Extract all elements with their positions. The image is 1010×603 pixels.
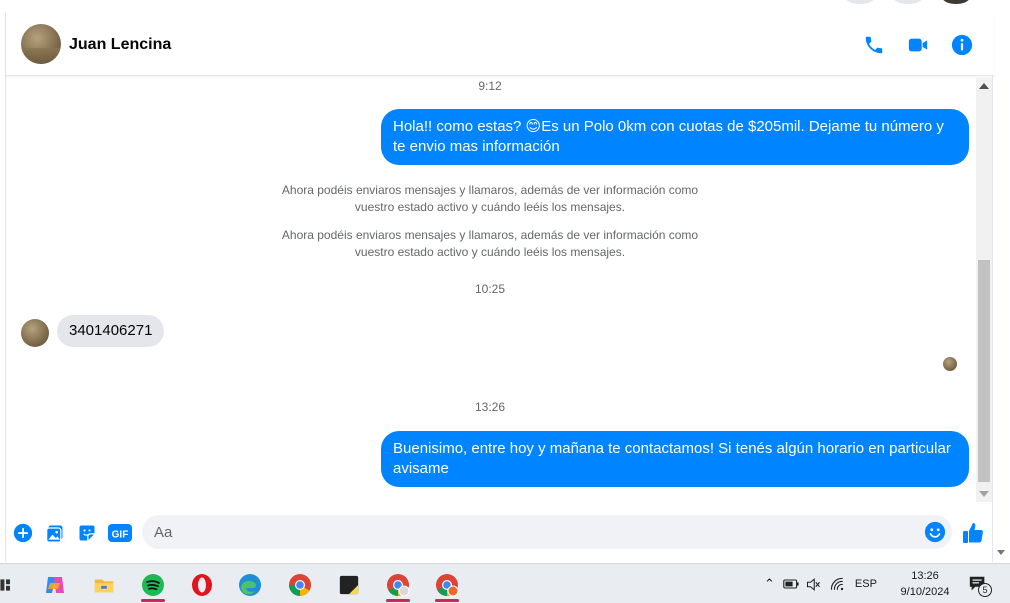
- contact-avatar-small[interactable]: [21, 319, 49, 347]
- file-explorer-button[interactable]: [84, 568, 124, 602]
- top-button-remnant[interactable]: [845, 0, 875, 4]
- running-indicator: [386, 599, 410, 602]
- scroll-down-arrow[interactable]: [979, 491, 989, 497]
- task-view-button[interactable]: [0, 568, 26, 602]
- like-thumb-icon[interactable]: [961, 521, 985, 545]
- contact-avatar[interactable]: [21, 24, 61, 64]
- clock-date: 9/10/2024: [900, 586, 950, 598]
- gif-icon[interactable]: GIF: [108, 523, 132, 543]
- system-notice-line: Ahora podéis enviaros mensajes y llamaro…: [281, 183, 699, 197]
- incoming-message[interactable]: 3401406271: [57, 315, 165, 347]
- edge-button[interactable]: [230, 568, 270, 602]
- chrome-button[interactable]: [280, 568, 320, 602]
- chrome-profile-icon: [436, 574, 459, 597]
- message-scrollbar[interactable]: [976, 78, 992, 502]
- timestamp: 10:25: [474, 282, 506, 296]
- gif-label: GIF: [112, 530, 129, 541]
- running-indicator: [435, 599, 459, 602]
- wifi-icon[interactable]: [830, 577, 845, 592]
- video-camera-icon[interactable]: [907, 34, 929, 56]
- chat-window: Juan Lencina 9:12 Hola!! como estas? 😊Es…: [5, 12, 994, 562]
- task-view-icon: [0, 579, 10, 591]
- contact-name[interactable]: Juan Lencina: [69, 36, 171, 54]
- running-indicator: [141, 599, 165, 602]
- timestamp: 13:26: [474, 400, 506, 414]
- timestamp: 9:12: [478, 79, 502, 93]
- photo-icon[interactable]: [45, 523, 65, 543]
- scroll-thumb[interactable]: [978, 260, 990, 482]
- chrome-profile-2-button[interactable]: [427, 568, 467, 602]
- info-icon[interactable]: [951, 34, 973, 56]
- emoji-icon[interactable]: [924, 521, 946, 543]
- speaker-muted-icon[interactable]: [806, 577, 821, 592]
- notification-center-button[interactable]: 5: [968, 574, 992, 597]
- copilot-icon: [46, 577, 64, 593]
- folder-icon: [94, 579, 114, 593]
- battery-icon[interactable]: [783, 578, 799, 590]
- page-scroll-down-arrow[interactable]: [997, 550, 1005, 555]
- read-receipt-avatar: [943, 357, 957, 371]
- screen: Juan Lencina 9:12 Hola!! como estas? 😊Es…: [0, 0, 1010, 603]
- spotify-icon: [142, 574, 164, 596]
- outgoing-message[interactable]: Hola!! como estas? 😊Es un Polo 0km con c…: [381, 109, 969, 165]
- system-tray: ⌃ ESP: [764, 564, 877, 603]
- chrome-icon: [289, 574, 311, 596]
- top-avatar-remnant[interactable]: [942, 0, 970, 4]
- system-notice: Ahora podéis enviaros mensajes y llamaro…: [6, 227, 974, 261]
- top-button-remnant[interactable]: [893, 0, 923, 4]
- opera-icon: [192, 574, 212, 596]
- message-input[interactable]: [154, 515, 894, 549]
- chevron-up-icon[interactable]: ⌃: [764, 576, 775, 592]
- system-notice: Ahora podéis enviaros mensajes y llamaro…: [6, 182, 974, 216]
- sticker-icon[interactable]: [77, 523, 97, 543]
- windows-taskbar: ⌃ ESP 13:26 9/10/2024 5: [0, 563, 1010, 603]
- copilot-button[interactable]: [35, 568, 75, 602]
- system-notice-line: Ahora podéis enviaros mensajes y llamaro…: [281, 228, 699, 242]
- system-notice-line: vuestro estado activo y cuándo leéis los…: [354, 245, 626, 259]
- clock[interactable]: 13:26 9/10/2024: [890, 568, 960, 600]
- chat-header: Juan Lencina: [6, 12, 994, 76]
- sticky-notes-button[interactable]: [329, 568, 369, 602]
- plus-circle-icon[interactable]: [13, 523, 33, 543]
- phone-icon[interactable]: [863, 34, 885, 56]
- scroll-up-arrow[interactable]: [979, 83, 989, 89]
- chrome-profile-1-button[interactable]: [378, 568, 418, 602]
- spotify-button[interactable]: [133, 568, 173, 602]
- message-input-box[interactable]: [142, 515, 952, 549]
- browser-top-strip: [0, 0, 1010, 12]
- clock-time: 13:26: [911, 570, 939, 582]
- sticky-notes-icon: [339, 575, 359, 595]
- message-list[interactable]: 9:12 Hola!! como estas? 😊Es un Polo 0km …: [6, 77, 974, 502]
- input-language[interactable]: ESP: [855, 578, 877, 590]
- composer: GIF: [6, 509, 994, 555]
- notification-count-badge: 5: [978, 583, 992, 597]
- outgoing-message[interactable]: Buenisimo, entre hoy y mañana te contact…: [381, 431, 969, 487]
- chrome-profile-icon: [387, 574, 410, 597]
- edge-icon: [239, 574, 261, 596]
- opera-button[interactable]: [182, 568, 222, 602]
- system-notice-line: vuestro estado activo y cuándo leéis los…: [354, 200, 626, 214]
